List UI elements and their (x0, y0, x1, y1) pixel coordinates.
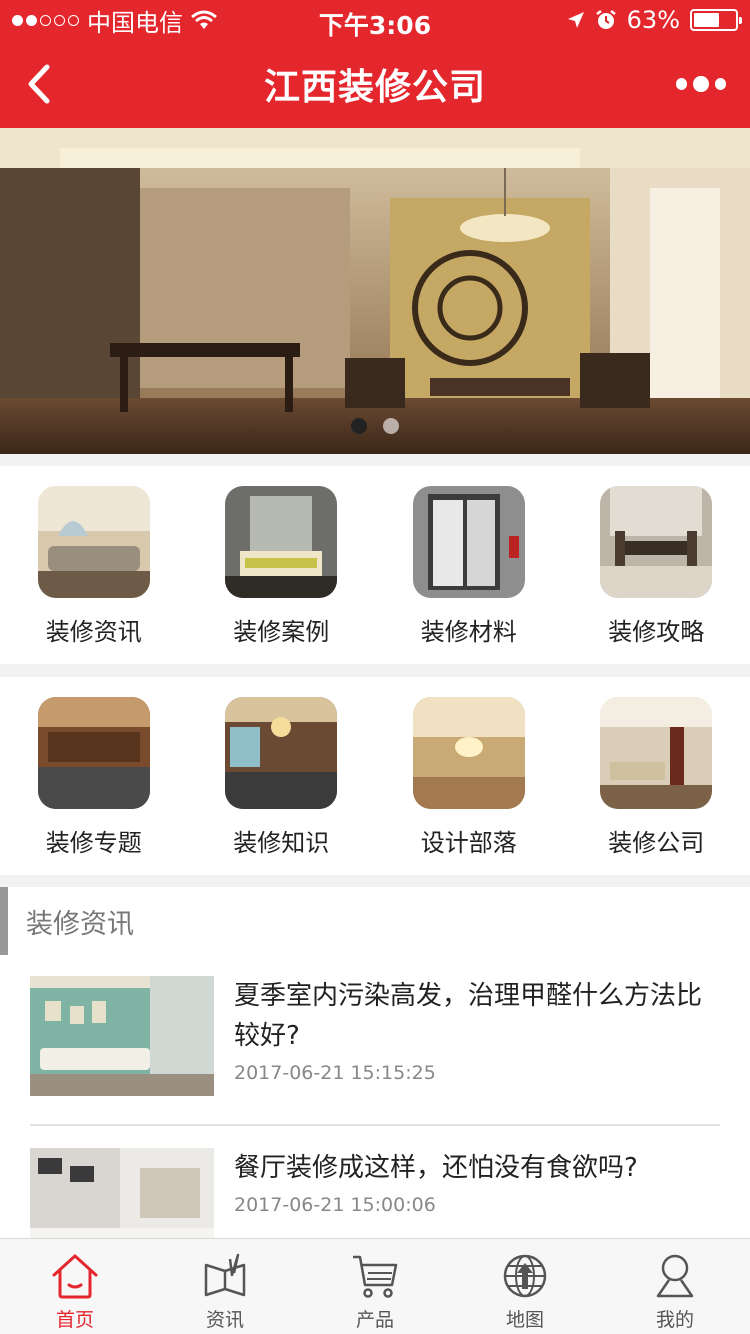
news-date: 2017-06-21 15:15:25 (234, 1062, 436, 1084)
signal-icon (12, 14, 79, 26)
home-icon (52, 1254, 98, 1299)
tab-news[interactable]: 资讯 (150, 1239, 300, 1334)
tab-label: 我的 (655, 1309, 694, 1331)
tab-label: 首页 (55, 1309, 94, 1331)
news-icon (204, 1253, 246, 1297)
chevron-left-icon (28, 64, 50, 104)
section-title[interactable]: 装修资讯 (26, 902, 134, 941)
tab-home[interactable]: 首页 (0, 1239, 150, 1334)
tab-products[interactable]: 产品 (300, 1239, 450, 1334)
category-thumb (412, 486, 525, 598)
status-bar: 中国电信 下午3:06 63% (0, 0, 750, 40)
user-icon (656, 1254, 694, 1298)
category-label: 装修资讯 (45, 618, 142, 646)
news-date: 2017-06-21 15:00:06 (234, 1194, 436, 1216)
cart-icon (353, 1255, 398, 1298)
battery-percent: 63% (626, 6, 680, 34)
section-header: 装修资讯 (0, 887, 750, 955)
category-thumb (225, 486, 338, 598)
category-thumb (225, 697, 338, 809)
category-label: 装修材料 (420, 618, 517, 646)
news-thumbnail (30, 1148, 214, 1238)
news-thumbnail (30, 976, 214, 1096)
battery-icon (690, 9, 742, 31)
category-item-materials[interactable]: 装修材料 (375, 466, 563, 664)
tab-bar: 首页 资讯 产品 地图 我的 (0, 1238, 750, 1334)
nav-bar: 江西装修公司 (0, 40, 750, 128)
tab-label: 资讯 (205, 1309, 244, 1331)
more-dots-icon (676, 78, 688, 90)
category-item-news[interactable]: 装修资讯 (0, 466, 188, 664)
category-thumb (600, 486, 713, 598)
category-item-company[interactable]: 装修公司 (563, 677, 750, 875)
category-label: 装修知识 (233, 829, 330, 857)
more-button[interactable] (676, 70, 727, 98)
category-thumb (37, 486, 150, 598)
alarm-icon (595, 10, 616, 29)
location-arrow-icon (567, 12, 584, 28)
top-bar: 中国电信 下午3:06 63% 江西装修公司 (0, 0, 750, 128)
category-grid-row-2: 装修专题 装修知识 设计部落 装修公司 (0, 677, 750, 875)
carousel-dot[interactable] (351, 418, 367, 434)
carrier-label: 中国电信 (87, 8, 183, 37)
category-label: 设计部落 (420, 829, 517, 857)
category-label: 装修公司 (608, 829, 705, 857)
category-thumb (37, 697, 150, 809)
news-title[interactable]: 夏季室内污染高发，治理甲醛什么方法比较好? (234, 976, 720, 1056)
map-icon (503, 1254, 547, 1298)
back-button[interactable] (18, 60, 58, 108)
news-item[interactable]: 夏季室内污染高发，治理甲醛什么方法比较好? 2017-06-21 15:15:2… (30, 976, 720, 1126)
tab-map[interactable]: 地图 (450, 1239, 600, 1334)
news-title[interactable]: 餐厅装修成这样，还怕没有食欲吗? (234, 1148, 720, 1188)
category-item-knowledge[interactable]: 装修知识 (188, 677, 376, 875)
tab-label: 产品 (355, 1309, 394, 1331)
news-section: 装修资讯 夏季室内污染高发，治理甲醛什么方法比较好? 2017-06-21 15… (0, 887, 750, 1238)
category-item-topics[interactable]: 装修专题 (0, 677, 188, 875)
category-label: 装修攻略 (608, 618, 705, 646)
tab-label: 地图 (505, 1309, 544, 1331)
banner-image (0, 128, 750, 454)
carousel-dot[interactable] (383, 418, 399, 434)
tab-mine[interactable]: 我的 (600, 1239, 750, 1334)
category-thumb (412, 697, 525, 809)
category-grid-row-1: 装修资讯 装修案例 装修材料 装修攻略 (0, 466, 750, 664)
news-item[interactable]: 餐厅装修成这样，还怕没有食欲吗? 2017-06-21 15:00:06 (30, 1148, 720, 1238)
category-label: 装修专题 (45, 829, 142, 857)
category-item-guides[interactable]: 装修攻略 (563, 466, 750, 664)
category-item-design[interactable]: 设计部落 (375, 677, 563, 875)
banner-carousel[interactable] (0, 128, 750, 454)
category-label: 装修案例 (233, 618, 330, 646)
wifi-icon (191, 10, 217, 29)
category-thumb (600, 697, 713, 809)
section-accent-bar (0, 887, 8, 955)
page-title: 江西装修公司 (263, 67, 486, 108)
carousel-dots (0, 418, 750, 434)
category-item-cases[interactable]: 装修案例 (188, 466, 376, 664)
